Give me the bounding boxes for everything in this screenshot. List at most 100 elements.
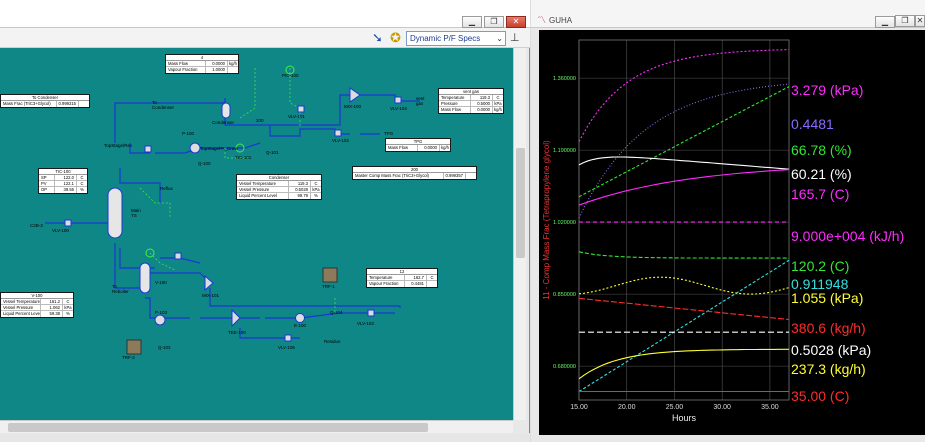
cell <box>228 67 238 73</box>
scroll-thumb[interactable] <box>8 423 428 432</box>
x-tick-label: 20.00 <box>618 404 636 411</box>
dynamics-gear-icon[interactable]: ✪ <box>390 30 401 45</box>
stream-9 <box>360 94 420 102</box>
restore-button[interactable]: ❐ <box>484 16 504 28</box>
mode-dropdown[interactable]: Dynamic P/F Specs ⌄ <box>406 31 506 46</box>
minimize-button[interactable]: ▁ <box>875 16 895 28</box>
valve-vlv102 <box>334 129 342 137</box>
label-to-condenser: To Condenser <box>152 100 175 110</box>
cell: 161.2 <box>41 299 63 304</box>
cell: Vessel Pressure <box>237 187 289 192</box>
cell: % <box>66 311 70 316</box>
label-tee100: TEE-100 <box>228 330 246 335</box>
y-tick-label: 1.020000 <box>553 220 576 226</box>
window-title-text: GUHA <box>549 16 573 25</box>
close-button[interactable]: ✕ <box>506 16 526 28</box>
plot-frame <box>578 39 790 401</box>
label-c2b3: C2B-3 <box>30 223 43 228</box>
label-q103: Q-103 <box>158 345 171 350</box>
cell: Vapour Fraction <box>367 281 405 287</box>
cell: 39.55 <box>55 187 77 193</box>
restore-button[interactable]: ❐ <box>895 15 915 27</box>
value-label: 1.055 (kPa) <box>791 290 864 306</box>
table-tpg[interactable]: TPG Mass Flow 0.0000 kg/h <box>385 138 451 152</box>
pfd-canvas[interactable]: 4 Mass Flow 0.0000 kg/h Vapour Fraction 1.0… <box>0 48 513 420</box>
cell: Pressure <box>439 101 471 106</box>
stream-7 <box>224 94 350 126</box>
close-button[interactable]: ✕ <box>915 15 925 27</box>
label-e100: E-100 <box>294 323 307 328</box>
table-tic100[interactable]: TIC-100 SP 122.0 C PV 122.1 C OP 39.55% <box>38 168 88 194</box>
cell: 1.062 <box>41 305 63 310</box>
cell: Mass Frac (TriC3+Glycol) <box>1 101 57 107</box>
valve-vlv103 <box>367 309 375 317</box>
y-tick-label: 1.360000 <box>553 76 576 82</box>
table-row: Mass Flow 0.0000 kg/h <box>386 145 450 151</box>
stream-11 <box>145 297 190 319</box>
scroll-thumb[interactable] <box>516 148 525 258</box>
minimize-button[interactable]: ▁ <box>462 16 482 28</box>
label-vent-gas: vent gas <box>416 96 425 106</box>
y-axis-title: 11 - Comp Mass Frac (Tetrapropylene glyc… <box>542 140 551 300</box>
label-vlv101: VLV-101 <box>288 114 305 119</box>
value-label: 9.000e+004 (kJ/h) <box>791 228 905 244</box>
table-to-condenser[interactable]: To Condenser Mass Frac (TriC3+Glycol) 0.9… <box>0 94 90 108</box>
valve-vlv105 <box>174 252 182 260</box>
mixer-mix101 <box>204 274 214 292</box>
value-label: 35.00 (C) <box>791 388 850 404</box>
column-t100 <box>107 187 123 239</box>
horizontal-scrollbar[interactable] <box>0 420 513 433</box>
value-label: 3.279 (kPa) <box>791 82 864 98</box>
pin-icon[interactable]: ⊥ <box>510 31 520 44</box>
cell: Vessel Temperature <box>237 181 289 186</box>
cell: 0.5000 <box>471 101 493 106</box>
cell: 0.4481 <box>405 281 427 287</box>
flowsheet-toolbar: ➘ ✪ Dynamic P/F Specs ⌄ ⊥ <box>0 28 530 48</box>
status-strip <box>0 433 530 442</box>
mode-dropdown-value: Dynamic P/F Specs <box>410 34 481 43</box>
cell: 0.999357 <box>444 173 466 179</box>
value-label: 66.78 (%) <box>791 142 852 158</box>
strip-chart[interactable]: 15.00 20.00 25.00 30.00 35.00 1.360000 1.19000… <box>539 30 925 435</box>
cell: C <box>496 95 500 100</box>
table-stream-4[interactable]: 4 Mass Flow 0.0000 kg/h Vapour Fraction 1.0… <box>165 54 239 74</box>
value-label: 120.2 (C) <box>791 258 850 274</box>
cell: Mass Flow <box>166 61 206 66</box>
table-row: Vapour Fraction 0.4481 <box>367 281 437 287</box>
cell <box>427 281 437 287</box>
cell: C <box>314 181 318 186</box>
table-stream-12[interactable]: 12 Temperature 162.7 C Vapour Fraction 0.44… <box>366 268 438 288</box>
label-p100: P-100 <box>182 131 195 136</box>
table-stream-200[interactable]: 200 Master Comp Mass Frac (TriC3+Glycol)… <box>352 166 477 180</box>
trend-line-9 <box>578 297 790 321</box>
cell: Temperature <box>439 95 471 100</box>
transfer-trf2 <box>126 339 142 355</box>
navigator-arrow-icon[interactable]: ➘ <box>372 30 383 45</box>
table-v100[interactable]: V-100 Vessel Temperature 161.2 C Vessel Pr… <box>0 292 74 318</box>
label-v100: V-100 <box>155 280 167 285</box>
cell: 119.3 <box>289 181 311 186</box>
cell: kPa <box>494 101 502 106</box>
label-residue: Residue <box>324 339 341 344</box>
table-vent-gas[interactable]: vent gas Temperature 119.3 C Pressure 0.500… <box>438 88 504 114</box>
table-row: OP 39.55% <box>39 187 87 193</box>
transfer-trf1 <box>322 267 338 283</box>
chart-icon: 〽 <box>537 15 547 25</box>
trend-line-3 <box>578 156 790 170</box>
vertical-scrollbar[interactable] <box>513 48 526 420</box>
label-mix100: MIX-100 <box>344 104 362 109</box>
cell: kPa <box>64 305 72 310</box>
cell: Vessel Temperature <box>3 299 41 304</box>
trend-line-4 <box>578 169 790 206</box>
stream-2 <box>119 248 155 269</box>
value-label: 237.3 (kg/h) <box>791 361 866 377</box>
flowsheet-titlebar: ▁ ❐ ✕ <box>0 0 530 28</box>
table-condenser[interactable]: Condenser Vessel Temperature 119.3 C Vesse… <box>236 174 322 200</box>
cell: 162.7 <box>405 275 427 280</box>
valve-vlv106 <box>284 334 292 342</box>
label-pic100: PIC-100 <box>282 73 299 78</box>
x-tick-label: 35.00 <box>761 404 779 411</box>
x-axis-title: Hours <box>672 413 697 423</box>
x-tick-label: 30.00 <box>713 404 731 411</box>
cell: Vessel Pressure <box>1 305 41 310</box>
